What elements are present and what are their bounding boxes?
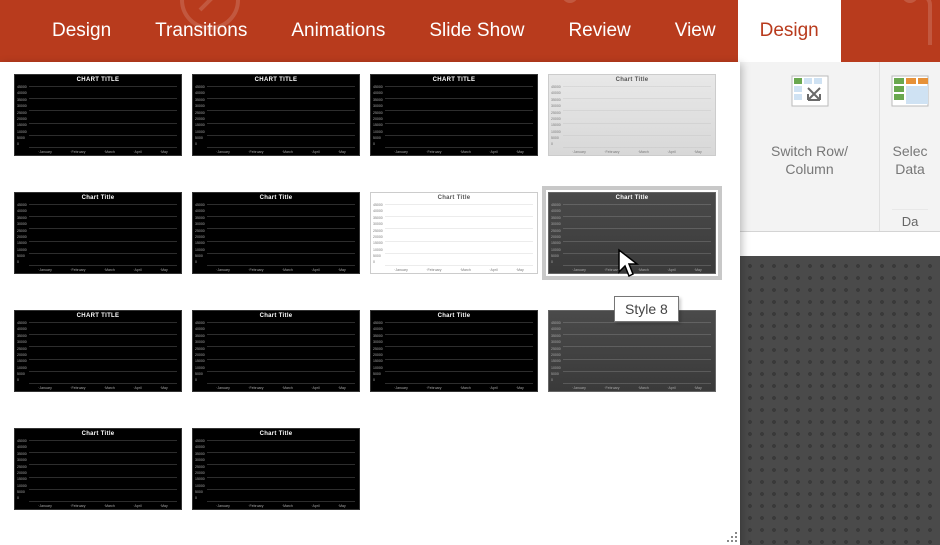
select-data-button[interactable]: Selec Data Da [880, 62, 940, 231]
thumb-title: CHART TITLE [371, 77, 537, 83]
thumb-legend: ·January·February·March·April·May [207, 268, 355, 272]
switch-row-column-label: Switch Row/ Column [771, 143, 848, 178]
chart-style-11[interactable]: Chart Title 45000400003500030000250002000… [370, 310, 538, 392]
chart-style-4[interactable]: Chart Title 45000400003500030000250002000… [548, 74, 716, 156]
switch-row-column-icon [790, 74, 830, 108]
thumb-title: Chart Title [371, 313, 537, 319]
thumb-chart-area [563, 86, 711, 147]
thumb-legend: ·January·February·March·April·May [29, 150, 177, 154]
tab-animations[interactable]: Animations [269, 0, 407, 62]
canvas-pattern [740, 256, 940, 545]
tab-design-contextual[interactable]: Design [738, 0, 841, 62]
thumb-legend: ·January·February·March·April·May [29, 386, 177, 390]
thumb-legend: ·January·February·March·April·May [563, 268, 711, 272]
thumb-chart-area [207, 204, 355, 265]
thumb-title: Chart Title [15, 195, 181, 201]
thumb-title: Chart Title [193, 313, 359, 319]
thumb-legend: ·January·February·March·April·May [207, 504, 355, 508]
thumb-y-axis: 4500040000350003000025000200001500010000… [551, 204, 562, 265]
tab-design-1[interactable]: Design [30, 0, 133, 62]
thumb-chart-area [29, 440, 177, 501]
chart-style-8[interactable]: Chart Title 45000400003500030000250002000… [548, 192, 716, 274]
thumb-legend: ·January·February·March·April·May [563, 386, 711, 390]
tab-view[interactable]: View [653, 0, 738, 62]
ribbon-body-right: Switch Row/ Column Selec Data Da [740, 62, 940, 232]
thumb-title: Chart Title [15, 431, 181, 437]
chart-style-13[interactable]: Chart Title 45000400003500030000250002000… [14, 428, 182, 510]
slide-canvas-bg [740, 256, 940, 545]
chart-style-6[interactable]: Chart Title 45000400003500030000250002000… [192, 192, 360, 274]
thumb-chart-area [29, 86, 177, 147]
gallery-resize-grip[interactable] [726, 531, 738, 543]
switch-row-column-button[interactable]: Switch Row/ Column [740, 62, 880, 231]
thumb-y-axis: 4500040000350003000025000200001500010000… [195, 322, 206, 383]
thumb-chart-area [29, 204, 177, 265]
thumb-y-axis: 4500040000350003000025000200001500010000… [195, 440, 206, 501]
thumb-chart-area [563, 204, 711, 265]
thumb-chart-area [385, 204, 533, 265]
thumb-y-axis: 4500040000350003000025000200001500010000… [17, 204, 28, 265]
chart-style-5[interactable]: Chart Title 45000400003500030000250002000… [14, 192, 182, 274]
style-tooltip: Style 8 [614, 296, 679, 322]
chart-style-2[interactable]: CHART TITLE 45000400003500030000250002000… [192, 74, 360, 156]
thumb-legend: ·January·February·March·April·May [207, 150, 355, 154]
chart-style-10[interactable]: Chart Title 45000400003500030000250002000… [192, 310, 360, 392]
thumb-chart-area [385, 322, 533, 383]
thumb-y-axis: 4500040000350003000025000200001500010000… [551, 322, 562, 383]
thumb-chart-area [563, 322, 711, 383]
thumb-title: Chart Title [371, 195, 537, 201]
thumb-title: Chart Title [549, 77, 715, 83]
thumb-legend: ·January·February·March·April·May [563, 150, 711, 154]
chart-style-3[interactable]: CHART TITLE 45000400003500030000250002000… [370, 74, 538, 156]
data-group-label: Da [892, 209, 928, 229]
chart-style-12[interactable]: Chart Title45000400003500030000250002000… [548, 310, 716, 392]
thumb-title: CHART TITLE [15, 77, 181, 83]
thumb-y-axis: 4500040000350003000025000200001500010000… [373, 86, 384, 147]
thumb-title: CHART TITLE [193, 77, 359, 83]
ribbon-tabs: Design Transitions Animations Slide Show… [0, 0, 940, 62]
thumb-chart-area [207, 440, 355, 501]
select-data-icon [890, 74, 930, 108]
thumb-legend: ·January·February·March·April·May [29, 504, 177, 508]
tab-transitions[interactable]: Transitions [133, 0, 269, 62]
thumb-y-axis: 4500040000350003000025000200001500010000… [17, 322, 28, 383]
thumb-legend: ·January·February·March·April·May [207, 386, 355, 390]
thumb-y-axis: 4500040000350003000025000200001500010000… [195, 204, 206, 265]
tab-review[interactable]: Review [546, 0, 652, 62]
thumb-legend: ·January·February·March·April·May [385, 150, 533, 154]
thumb-y-axis: 4500040000350003000025000200001500010000… [373, 322, 384, 383]
thumb-chart-area [29, 322, 177, 383]
chart-style-14[interactable]: Chart Title 45000400003500030000250002000… [192, 428, 360, 510]
chart-style-1[interactable]: CHART TITLE 45000400003500030000250002000… [14, 74, 182, 156]
thumb-legend: ·January·February·March·April·May [29, 268, 177, 272]
thumb-title: Chart Title [193, 195, 359, 201]
thumb-title: Chart Title [193, 431, 359, 437]
thumb-title: Chart Title [549, 195, 715, 201]
thumb-legend: ·January·February·March·April·May [385, 268, 533, 272]
tab-slide-show[interactable]: Slide Show [407, 0, 546, 62]
select-data-label: Selec Data [892, 143, 927, 178]
thumb-title: CHART TITLE [15, 313, 181, 319]
chart-style-7[interactable]: Chart Title 45000400003500030000250002000… [370, 192, 538, 274]
thumb-y-axis: 4500040000350003000025000200001500010000… [195, 86, 206, 147]
chart-style-9[interactable]: CHART TITLE 45000400003500030000250002000… [14, 310, 182, 392]
thumb-y-axis: 4500040000350003000025000200001500010000… [373, 204, 384, 265]
thumb-chart-area [385, 86, 533, 147]
thumb-y-axis: 4500040000350003000025000200001500010000… [551, 86, 562, 147]
thumb-chart-area [207, 322, 355, 383]
thumb-legend: ·January·February·March·April·May [385, 386, 533, 390]
thumb-chart-area [207, 86, 355, 147]
thumb-y-axis: 4500040000350003000025000200001500010000… [17, 440, 28, 501]
thumb-y-axis: 4500040000350003000025000200001500010000… [17, 86, 28, 147]
